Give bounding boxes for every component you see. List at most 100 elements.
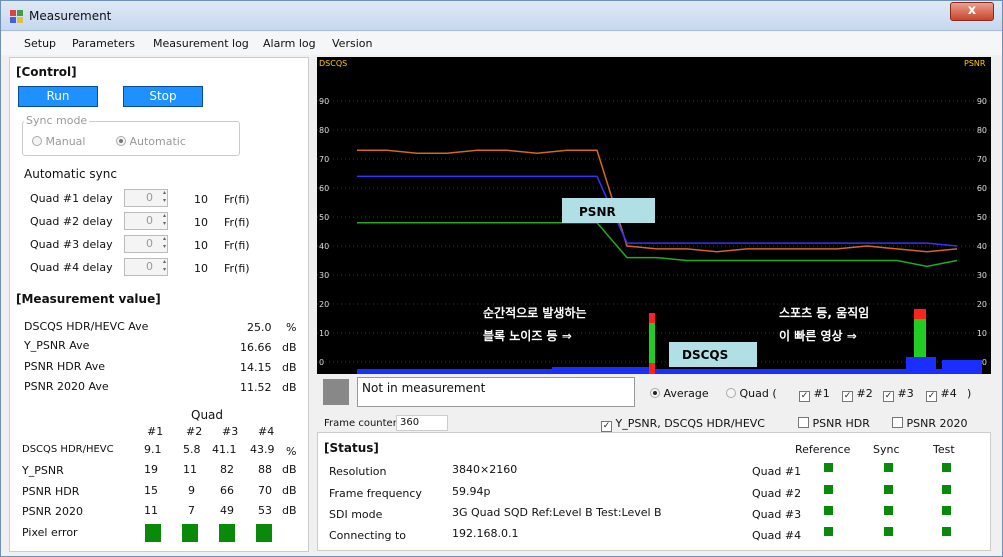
quad-row-label: PSNR HDR [22, 485, 80, 498]
quad2-delay-label: Quad #2 delay [30, 215, 113, 228]
quad-radio[interactable]: Quad ( [726, 387, 777, 400]
reference-indicator [824, 527, 833, 536]
close-button[interactable]: x [950, 2, 994, 21]
quad3-delay-spinner[interactable]: 0 [124, 235, 168, 253]
menu-setup[interactable]: Setup [24, 37, 56, 50]
menu-alarm-log[interactable]: Alarm log [263, 37, 316, 50]
average-radio[interactable]: Average [650, 387, 709, 400]
y-tick-label-left: 30 [319, 271, 329, 280]
quad-cell: 41.1 [212, 443, 237, 456]
quad-col-3: #3 [222, 425, 239, 438]
status-col-test: Test [933, 443, 955, 456]
quad-col-4: #4 [258, 425, 275, 438]
series-line-2 [357, 222, 958, 268]
reference-indicator [824, 506, 833, 515]
quad-check-1[interactable]: ✓ #1 [799, 387, 830, 402]
annotation-note-1: 순간적으로 발생하는 [483, 305, 587, 320]
menu-measurement-log[interactable]: Measurement log [153, 37, 249, 50]
quad-check-2[interactable]: ✓ #2 [842, 387, 873, 402]
app-window: Measurement x Setup Parameters Measureme… [0, 0, 1003, 557]
quad1-delay-spinner[interactable]: 0 [124, 189, 168, 207]
manual-radio[interactable]: Manual [32, 135, 85, 148]
meas-value-ypsnr: 16.66 [240, 341, 272, 354]
dscqs-tail-blue [942, 360, 982, 374]
menu-parameters[interactable]: Parameters [72, 37, 135, 50]
y-tick-label-left: 20 [319, 300, 329, 309]
quad-check-2-label: #2 [856, 387, 873, 400]
test-indicator [942, 527, 951, 536]
quad-row-label: PSNR 2020 [22, 505, 83, 518]
title-bar: Measurement x [1, 1, 1002, 31]
status-quad-label: Quad #4 [752, 529, 802, 542]
quad4-delay-spinner[interactable]: 0 [124, 258, 168, 276]
status-label: Connecting to [329, 529, 407, 542]
y-tick-label-left: 60 [319, 184, 329, 193]
check-icon: ✓ [883, 391, 894, 402]
y-tick-label-left: 40 [319, 242, 329, 251]
psnr-hdr-checkbox[interactable]: PSNR HDR [798, 417, 870, 430]
quad4-frames: 10 [194, 262, 208, 275]
quad-cell: 70 [258, 484, 272, 497]
quad-unit: % [286, 445, 297, 458]
quad1-delay-label: Quad #1 delay [30, 192, 113, 205]
meas-label-ypsnr: Y_PSNR Ave [24, 339, 90, 352]
quad4-delay-label: Quad #4 delay [30, 261, 113, 274]
quad-radio-icon [726, 388, 736, 398]
quad-row-label: DSCQS HDR/HEVC [22, 444, 114, 455]
quad-radio-label: Quad ( [739, 387, 777, 400]
quad-unit: dB [282, 463, 297, 476]
close-icon: x [967, 3, 977, 18]
annotation-note-4: 이 빠른 영상 ⇒ [779, 328, 857, 343]
sync-indicator [884, 463, 893, 472]
y-tick-label-left: 10 [319, 329, 329, 338]
quad-check-4-label: #4 [940, 387, 957, 400]
quad-cell: 53 [258, 504, 272, 517]
psnr-hdr-checkbox-label: PSNR HDR [812, 417, 870, 430]
control-heading: [Control] [16, 65, 77, 79]
meas-label-dscqs: DSCQS HDR/HEVC Ave [24, 320, 149, 333]
status-value: 59.94p [452, 485, 491, 498]
meas-value-psnr-hdr: 14.15 [240, 361, 272, 374]
quad-cell: 19 [144, 463, 158, 476]
quad-row-label: Y_PSNR [22, 464, 64, 477]
dscqs-annotation-label: DSCQS [682, 348, 728, 362]
sync-indicator [884, 506, 893, 515]
sync-mode-label: Sync mode [24, 114, 90, 127]
menu-version[interactable]: Version [332, 37, 372, 50]
quad1-unit: Fr(fi) [224, 193, 250, 206]
measurement-heading: [Measurement value] [16, 292, 161, 306]
psnr-2020-checkbox-label: PSNR 2020 [906, 417, 968, 430]
y-tick-label-right: 80 [977, 126, 987, 135]
status-quad-label: Quad #2 [752, 487, 802, 500]
quad-check-4[interactable]: ✓ #4 [926, 387, 957, 402]
app-icon [10, 10, 23, 23]
quad-check-1-label: #1 [813, 387, 830, 400]
automatic-radio[interactable]: Automatic [116, 135, 186, 148]
chart-controls: Not in measurement Average Quad ( ✓ #1 ✓… [317, 374, 991, 432]
dscqs-spike-green [649, 323, 655, 363]
pixel-error-indicator-4 [256, 524, 272, 542]
frame-counter-field: 360 [396, 415, 448, 431]
measurement-chart: DSCQS PSNR 0 0 10 10 20 20 30 30 40 40 50 50 60 60 70 7… [317, 57, 991, 374]
quad3-delay-label: Quad #3 delay [30, 238, 113, 251]
y-tick-label-right: 90 [977, 97, 987, 106]
check-icon: ✓ [842, 391, 853, 402]
stop-button[interactable]: Stop [123, 86, 203, 107]
checkbox-box-icon [798, 417, 809, 428]
quad2-delay-spinner[interactable]: 0 [124, 212, 168, 230]
chart-svg: DSCQS PSNR 0 0 10 10 20 20 30 30 40 40 50 50 60 60 70 7… [317, 59, 991, 374]
ypsnr-checkbox[interactable]: ✓ Y_PSNR, DSCQS HDR/HEVC [601, 417, 765, 432]
quad-cell: 9 [188, 484, 195, 497]
run-button[interactable]: Run [18, 86, 98, 107]
left-axis-label: DSCQS [319, 59, 347, 68]
ypsnr-checkbox-label: Y_PSNR, DSCQS HDR/HEVC [615, 417, 766, 430]
dscqs-peak-blue [906, 357, 936, 374]
quad3-frames: 10 [194, 239, 208, 252]
psnr-2020-checkbox[interactable]: PSNR 2020 [892, 417, 967, 430]
quad-cell: 11 [144, 504, 158, 517]
y-tick-label-right: 10 [977, 329, 987, 338]
right-axis-label: PSNR [964, 59, 986, 68]
automatic-label: Automatic [129, 135, 186, 148]
quad-check-3[interactable]: ✓ #3 [883, 387, 914, 402]
left-panel: [Control] Run Stop Sync mode Manual Auto… [9, 57, 309, 552]
